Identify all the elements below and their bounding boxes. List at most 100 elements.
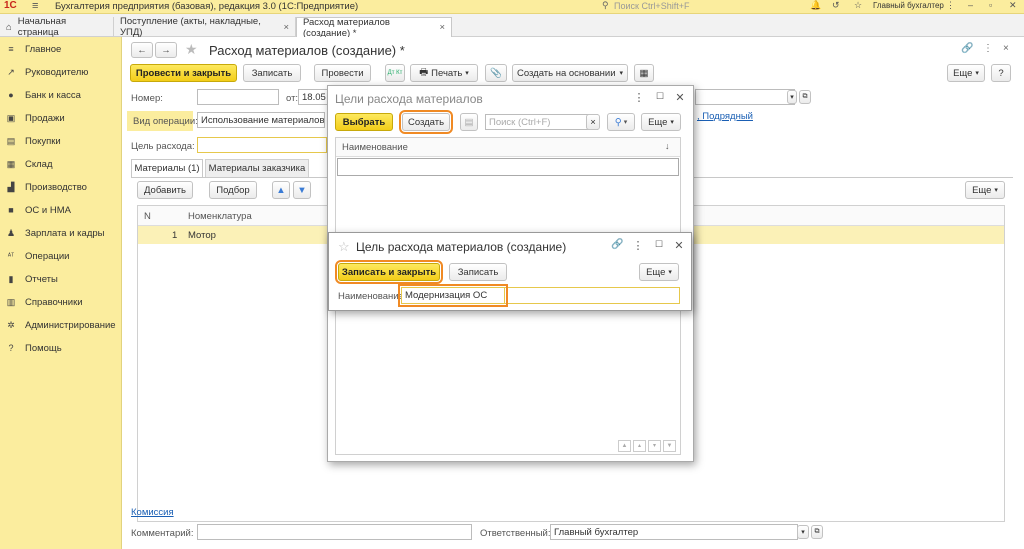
structure-button[interactable]: ▦	[634, 64, 654, 82]
comment-input[interactable]	[197, 524, 472, 540]
operation-type-input[interactable]: Использование материалов	[197, 112, 325, 128]
close-icon[interactable]: ✕	[674, 91, 686, 104]
post-and-close-button[interactable]: Провести и закрыть	[130, 64, 237, 82]
link-icon[interactable]: 🔗	[611, 239, 623, 250]
app-title: Бухгалтерия предприятия (базовая), редак…	[55, 1, 359, 12]
create-button[interactable]: Создать	[399, 110, 453, 134]
name-input[interactable]: Модернизация ОС	[398, 284, 508, 307]
sidebar-item-label: ОС и НМА	[25, 204, 71, 216]
arrow-left-icon: ←	[137, 44, 147, 56]
add-row-button[interactable]: Добавить	[137, 181, 193, 199]
dialog-title: Цель расхода материалов (создание)	[356, 240, 567, 254]
user-name[interactable]: Главный бухгалтер	[873, 1, 944, 10]
commission-link[interactable]: Комиссия	[131, 507, 174, 518]
sidebar-item-purchases[interactable]: ▤ Покупки	[0, 132, 122, 150]
save-button[interactable]: Записать	[243, 64, 301, 82]
books-icon: ▥	[6, 296, 16, 307]
forward-button[interactable]: →	[155, 42, 177, 58]
date-input[interactable]: 18.05	[298, 89, 328, 105]
sidebar-item-bank[interactable]: ● Банк и касса	[0, 86, 122, 104]
dt-kt-button[interactable]: Дт Кт	[385, 64, 405, 82]
open-button[interactable]: ⧉	[811, 525, 823, 539]
minimize-icon[interactable]: –	[968, 0, 973, 10]
list-search-input[interactable]: Поиск (Ctrl+F)	[485, 114, 598, 130]
print-button[interactable]: 🖶 Печать ▾	[410, 64, 478, 82]
sidebar-item-warehouse[interactable]: ▦ Склад	[0, 155, 122, 173]
more-icon[interactable]: ⋮	[632, 239, 644, 252]
last-page-icon[interactable]: ▼	[663, 440, 676, 452]
sidebar-item-operations[interactable]: ᴬᵀ Операции	[0, 247, 122, 265]
favorite-star-icon[interactable]: ☆	[338, 239, 350, 255]
maximize-icon[interactable]: ☐	[654, 91, 666, 102]
tab-home[interactable]: ⌂ Начальная страница	[0, 16, 114, 38]
more-icon[interactable]: ⋮	[633, 91, 645, 104]
sidebar-item-label: Справочники	[25, 296, 83, 308]
sidebar-item-salary[interactable]: ♟ Зарплата и кадры	[0, 224, 122, 242]
purpose-input[interactable]	[197, 137, 327, 153]
dropdown-button[interactable]: ▾	[797, 525, 809, 539]
close-icon[interactable]: ✕	[1009, 0, 1017, 11]
tab-materials[interactable]: Материалы (1)	[131, 159, 203, 177]
post-button[interactable]: Провести	[314, 64, 371, 82]
organization-input[interactable]	[695, 89, 795, 105]
more-icon[interactable]: ⋮	[946, 0, 955, 11]
more-button[interactable]: Еще ▾	[639, 263, 679, 281]
close-tab-icon[interactable]: ×	[439, 22, 445, 33]
close-icon[interactable]: ✕	[673, 239, 685, 252]
search-button[interactable]: ⚲ ▾	[607, 113, 635, 131]
open-button[interactable]: ⧉	[799, 90, 811, 104]
more-icon[interactable]: ⋮	[983, 43, 993, 54]
sidebar-item-main[interactable]: ≡ Главное	[0, 40, 122, 58]
sidebar-item-manager[interactable]: ↗ Руководителю	[0, 63, 122, 81]
save-and-close-button[interactable]: Записать и закрыть	[335, 260, 443, 284]
close-tab-icon[interactable]: ×	[283, 22, 289, 33]
table-row[interactable]	[337, 158, 679, 176]
help-button[interactable]: ?	[991, 64, 1011, 82]
table-more-button[interactable]: Еще ▾	[965, 181, 1005, 199]
help-icon: ?	[8, 343, 14, 353]
tab-materials-label: Материалы (1)	[134, 163, 200, 174]
tab-material-expense[interactable]: Расход материалов (создание) * ×	[296, 17, 452, 39]
hamburger-icon[interactable]: ≡	[32, 0, 38, 12]
save-button[interactable]: Записать	[449, 263, 507, 281]
maximize-icon[interactable]: ☐	[653, 239, 665, 250]
number-input[interactable]	[197, 89, 279, 105]
favorite-star-icon[interactable]: ★	[185, 41, 198, 58]
copy-button[interactable]: ▤	[460, 113, 478, 131]
tab-receipts[interactable]: Поступление (акты, накладные, УПД) ×	[114, 16, 296, 38]
back-button[interactable]: ←	[131, 42, 153, 58]
link-icon[interactable]: 🔗	[961, 43, 973, 54]
sort-arrow-icon[interactable]: ↓	[665, 141, 670, 151]
sidebar-item-admin[interactable]: ✲ Администрирование	[0, 316, 122, 334]
clear-search-button[interactable]: ×	[586, 114, 600, 130]
move-up-button[interactable]: ▲	[272, 181, 290, 199]
sidebar-item-assets[interactable]: ■ ОС и НМА	[0, 201, 122, 219]
sidebar-item-production[interactable]: ▟ Производство	[0, 178, 122, 196]
next-page-icon[interactable]: ▾	[648, 440, 661, 452]
bell-icon[interactable]: 🔔	[810, 0, 821, 11]
sidebar-item-sales[interactable]: ▣ Продажи	[0, 109, 122, 127]
global-search-input[interactable]: Поиск Ctrl+Shift+F	[614, 1, 794, 12]
prev-page-icon[interactable]: ▴	[633, 440, 646, 452]
table-header: Наименование ↓	[336, 138, 680, 157]
select-button[interactable]: Выбрать	[335, 113, 393, 131]
first-page-icon[interactable]: ▲	[618, 440, 631, 452]
maximize-icon[interactable]: ▫	[989, 0, 992, 10]
dropdown-button[interactable]: ▾	[787, 90, 797, 104]
create-based-on-button[interactable]: Создать на основании ▾	[512, 64, 628, 82]
subcontract-link[interactable]: , Подрядный	[697, 111, 753, 122]
tab-customer-materials[interactable]: Материалы заказчика	[205, 159, 309, 177]
sidebar-item-references[interactable]: ▥ Справочники	[0, 293, 122, 311]
sidebar-item-help[interactable]: ? Помощь	[0, 339, 122, 357]
star-icon[interactable]: ☆	[854, 0, 862, 11]
responsible-input[interactable]: Главный бухгалтер	[550, 524, 798, 540]
pick-button[interactable]: Подбор	[209, 181, 257, 199]
more-button[interactable]: Еще ▾	[641, 113, 681, 131]
close-icon[interactable]: ×	[1003, 43, 1009, 54]
history-icon[interactable]: ↺	[832, 0, 840, 11]
more-button[interactable]: Еще ▾	[947, 64, 985, 82]
attach-button[interactable]: 📎	[485, 64, 507, 82]
sidebar-item-label: Операции	[25, 250, 70, 262]
move-down-button[interactable]: ▼	[293, 181, 311, 199]
sidebar-item-reports[interactable]: ▮ Отчеты	[0, 270, 122, 288]
